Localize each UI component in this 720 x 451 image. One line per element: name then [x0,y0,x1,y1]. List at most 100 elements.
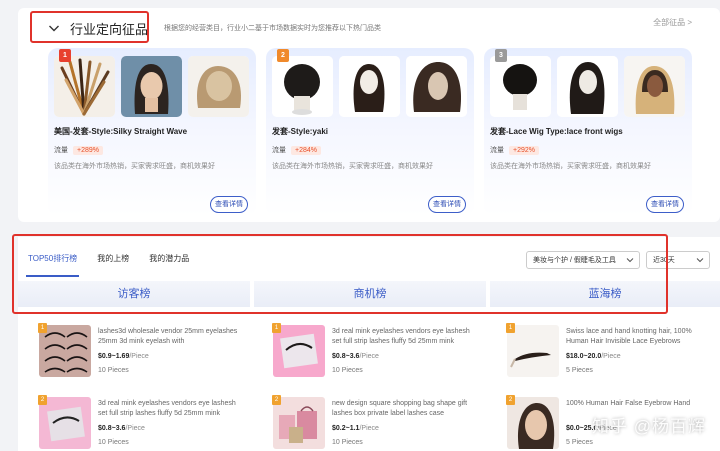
price-unit: /Piece [125,425,145,432]
product-image [406,56,467,117]
wig-image [557,56,618,117]
view-details-button[interactable]: 查看详情 [428,196,466,213]
model-face-image [507,397,559,449]
chevron-down-icon [696,258,704,263]
min-order: 10 Pieces [98,367,129,374]
rank-badge: 1 [506,323,515,333]
product-image [273,325,325,377]
wig-image [272,56,333,117]
card-desc: 该品类在海外市场热销，买家需求旺盛，商机效果好 [490,163,651,170]
rank-badge: 2 [506,395,515,405]
price-range: $0.9~1.69 [98,353,130,360]
product-image [188,56,249,117]
lash-box-image [39,397,91,449]
product-item[interactable]: 1 Swiss lace and hand knotting hair, 100… [506,323,716,393]
section-header: 行业定向征品 根据您的经营类目，行业小二基于市场数据实时为您推荐以下热门品类 [32,14,720,42]
product-image [624,56,685,117]
product-title: lashes3d wholesale vendor 25mm eyelashes… [98,328,238,345]
tab-my-potential[interactable]: 我的潜力品 [139,237,199,281]
rank-badge: 2 [277,49,289,62]
all-products-link[interactable]: 全部征品 > [653,17,692,28]
brush-image [54,56,115,117]
rank-badge: 1 [59,49,71,62]
lash-box-image [273,325,325,377]
flow-value: +292% [509,145,539,155]
product-title: Swiss lace and hand knotting hair, 100% … [566,328,692,345]
section-desc: 根据您的经营类目，行业小二基于市场数据实时为您推荐以下热门品类 [164,25,382,32]
rank-badge: 1 [38,323,47,333]
product-image [507,325,559,377]
column-opportunities[interactable]: 商机榜 [254,281,486,307]
period-select[interactable]: 近30天 [646,251,710,269]
card-desc: 该品类在海外市场热销，买家需求旺盛，商机效果好 [54,163,215,170]
gift-bag-image [273,397,325,449]
product-price: $18.0~20.0/Piece [566,353,621,360]
product-title: new design square shopping bag shape gif… [332,400,468,417]
chevron-down-icon[interactable] [48,22,60,34]
product-item[interactable]: 1 lashes3d wholesale vendor 25mm eyelash… [38,323,250,393]
product-price: $0.8~3.6/Piece [98,425,145,432]
price-unit: /Piece [129,353,149,360]
product-item[interactable]: 1 3d real mink eyelashes vendors eye las… [272,323,486,393]
category-card[interactable]: 3 发套-Lace Wig Type:lace front wigs 流量 +2… [484,48,692,216]
category-select[interactable]: 美妆与个护 / 假睫毛及工具 [526,251,640,269]
watermark: 知乎 @杨百辉 [592,417,706,436]
ranking-tabs: TOP50排行榜 我的上榜 我的潜力品 [18,237,199,281]
view-details-button[interactable]: 查看详情 [210,196,248,213]
model-image [624,56,685,117]
product-title: 3d real mink eyelashes vendors eye lashe… [98,400,236,417]
flow-label: 流量 [54,147,68,154]
column-blue-ocean[interactable]: 蓝海榜 [490,281,720,307]
wig-image [406,56,467,117]
min-order: 10 Pieces [332,439,363,446]
product-price: $0.2~1.1/Piece [332,425,379,432]
tab-top50[interactable]: TOP50排行榜 [18,237,87,281]
price-range: $18.0~20.0 [566,353,602,360]
product-title: 3d real mink eyelashes vendors eye lashe… [332,328,470,345]
product-image [121,56,182,117]
price-range: $0.2~1.1 [332,425,360,432]
product-image [39,325,91,377]
price-range: $0.8~3.6 [98,425,126,432]
mannequin-head-image [121,56,182,117]
min-order: 10 Pieces [332,367,363,374]
period-select-value: 近30天 [653,257,675,264]
card-desc: 该品类在海外市场热销，买家需求旺盛，商机效果好 [272,163,433,170]
rank-badge: 2 [272,395,281,405]
flow-label: 流量 [272,147,286,154]
recommend-panel: 行业定向征品 根据您的经营类目，行业小二基于市场数据实时为您推荐以下热门品类 全… [18,8,720,222]
product-item[interactable]: 2 3d real mink eyelashes vendors eye las… [38,395,250,451]
category-card[interactable]: 1 美国-发套-Style:Silky Straight Wave 流量 +28… [48,48,256,216]
wig-image [490,56,551,117]
product-image [557,56,618,117]
flow-value: +284% [291,145,321,155]
card-title: 发套-Style:yaki [272,127,329,136]
wig-image [339,56,400,117]
min-order: 5 Pieces [566,367,593,374]
min-order: 5 Pieces [566,439,593,446]
product-image [39,397,91,449]
view-details-button[interactable]: 查看详情 [646,196,684,213]
tab-my-listed[interactable]: 我的上榜 [87,237,139,281]
rank-badge: 2 [38,395,47,405]
product-image [339,56,400,117]
price-unit: /Piece [601,353,621,360]
flow-label: 流量 [490,147,504,154]
lashes-image [39,325,91,377]
column-visitors[interactable]: 访客榜 [18,281,250,307]
product-price: $0.9~1.69/Piece [98,353,149,360]
category-select-value: 美妆与个护 / 假睫毛及工具 [533,257,616,264]
product-image [507,397,559,449]
product-price: $0.8~3.6/Piece [332,353,379,360]
card-title: 美国-发套-Style:Silky Straight Wave [54,127,188,136]
product-image [272,56,333,117]
chevron-down-icon [626,258,634,263]
card-title: 发套-Lace Wig Type:lace front wigs [490,127,623,136]
rank-badge: 3 [495,49,507,62]
product-image [54,56,115,117]
product-item[interactable]: 2 new design square shopping bag shape g… [272,395,486,451]
price-unit: /Piece [359,425,379,432]
min-order: 10 Pieces [98,439,129,446]
product-title: 100% Human Hair False Eyebrow Hand [566,400,691,407]
category-card[interactable]: 2 发套-Style:yaki 流量 +284% 该品类在海外市场热销，买家需求… [266,48,474,216]
